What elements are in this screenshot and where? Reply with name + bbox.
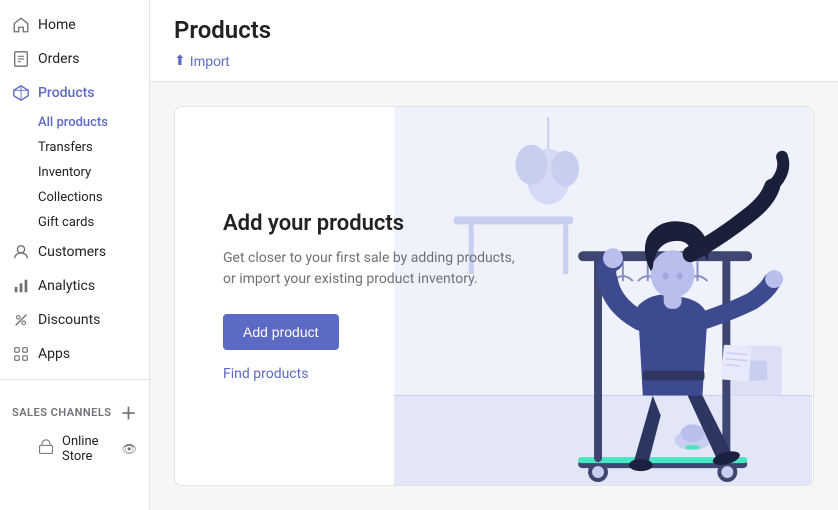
- sidebar: Home Orders Products All products Transf…: [0, 0, 150, 510]
- products-icon: [12, 84, 30, 102]
- add-sales-channel-icon[interactable]: ＋: [120, 400, 137, 424]
- sales-channels-section: SALES CHANNELS ＋ Online Store 👁: [0, 379, 149, 470]
- apps-icon: [12, 345, 30, 363]
- sidebar-item-home-label: Home: [38, 17, 76, 33]
- sidebar-sub-all-products[interactable]: All products: [0, 110, 149, 135]
- sidebar-item-customers[interactable]: Customers: [0, 235, 149, 269]
- sidebar-item-analytics-label: Analytics: [38, 278, 95, 294]
- import-button[interactable]: ⬆ Import: [174, 52, 229, 69]
- sales-channels-title: SALES CHANNELS ＋: [0, 388, 149, 428]
- sidebar-sub-transfers[interactable]: Transfers: [0, 135, 149, 160]
- content-area: Add your products Get closer to your fir…: [150, 82, 838, 510]
- sidebar-item-analytics[interactable]: Analytics: [0, 269, 149, 303]
- sidebar-item-apps[interactable]: Apps: [0, 337, 149, 371]
- sidebar-item-products[interactable]: Products: [0, 76, 149, 110]
- sidebar-item-orders[interactable]: Orders: [0, 42, 149, 76]
- main-header: Products ⬆ Import: [150, 0, 838, 82]
- page-title: Products: [174, 16, 814, 44]
- sidebar-item-products-label: Products: [38, 85, 95, 101]
- sidebar-item-home[interactable]: Home: [0, 8, 149, 42]
- sidebar-item-online-store[interactable]: Online Store 👁: [0, 428, 149, 470]
- sidebar-item-discounts-label: Discounts: [38, 312, 100, 328]
- sidebar-item-customers-label: Customers: [38, 244, 106, 260]
- sidebar-sub-collections[interactable]: Collections: [0, 185, 149, 210]
- empty-state-card: Add your products Get closer to your fir…: [174, 106, 814, 486]
- empty-state-description: Get closer to your first sale by adding …: [223, 248, 523, 290]
- empty-state-content: Add your products Get closer to your fir…: [223, 211, 523, 382]
- orders-icon: [12, 50, 30, 68]
- sidebar-item-apps-label: Apps: [38, 346, 70, 362]
- sidebar-item-orders-label: Orders: [38, 51, 80, 67]
- analytics-icon: [12, 277, 30, 295]
- import-icon: ⬆: [174, 52, 186, 69]
- home-icon: [12, 16, 30, 34]
- sidebar-item-discounts[interactable]: Discounts: [0, 303, 149, 337]
- add-product-button[interactable]: Add product: [223, 314, 339, 350]
- customers-icon: [12, 243, 30, 261]
- find-products-link[interactable]: Find products: [223, 366, 523, 382]
- sidebar-sub-gift-cards[interactable]: Gift cards: [0, 210, 149, 235]
- main-content: Products ⬆ Import Add your products Get …: [150, 0, 838, 510]
- store-icon: [38, 439, 54, 459]
- empty-state-heading: Add your products: [223, 211, 523, 236]
- sidebar-sub-inventory[interactable]: Inventory: [0, 160, 149, 185]
- eye-icon[interactable]: 👁: [122, 442, 137, 456]
- discounts-icon: [12, 311, 30, 329]
